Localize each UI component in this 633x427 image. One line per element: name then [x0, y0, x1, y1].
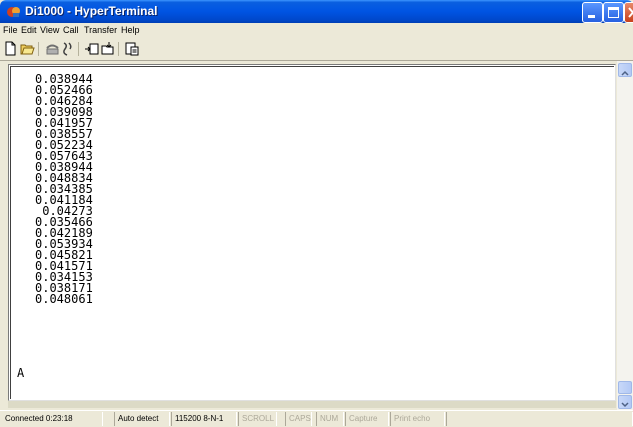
status-settings: 115200 8-N-1 — [171, 412, 237, 426]
disconnect-icon[interactable] — [60, 41, 75, 56]
menu-file[interactable]: File — [3, 25, 18, 35]
title-bar[interactable]: Di1000 - HyperTerminal — [0, 0, 633, 23]
status-capture: Capture — [345, 412, 389, 426]
minimize-button[interactable] — [582, 2, 603, 23]
menu-bar: File Edit View Call Transfer Help — [0, 23, 633, 39]
status-scroll: SCROLL — [238, 412, 277, 426]
status-detect: Auto detect — [114, 412, 170, 426]
hyperterminal-window: Di1000 - HyperTerminal File Edit View Ca… — [0, 0, 633, 427]
new-document-icon[interactable] — [3, 41, 18, 56]
status-connected: Connected 0:23:18 — [2, 412, 103, 426]
status-bar: Connected 0:23:18 Auto detect 115200 8-N… — [0, 410, 633, 427]
scroll-down-button[interactable] — [618, 395, 632, 409]
maximize-icon — [608, 7, 619, 18]
toolbar-separator — [38, 42, 39, 56]
maximize-button[interactable] — [603, 2, 624, 23]
terminal-area[interactable]: 0.038944 0.052466 0.046284 0.039098 0.04… — [8, 64, 616, 401]
receive-file-icon[interactable] — [100, 41, 115, 56]
status-print-echo: Print echo — [390, 412, 445, 426]
toolbar-separator — [118, 42, 119, 56]
phone-call-icon[interactable] — [45, 41, 60, 56]
close-icon — [628, 7, 633, 18]
send-file-icon[interactable] — [84, 41, 99, 56]
status-num: NUM — [316, 412, 344, 426]
window-title: Di1000 - HyperTerminal — [25, 4, 158, 18]
toolbar-divider — [0, 60, 633, 61]
minimize-icon — [588, 15, 595, 18]
scroll-thumb[interactable] — [618, 381, 632, 394]
terminal-screen[interactable]: 0.038944 0.052466 0.046284 0.039098 0.04… — [10, 66, 614, 399]
terminal-prompt: A — [17, 366, 25, 380]
chevron-up-icon — [621, 70, 629, 76]
toolbar — [0, 39, 633, 59]
toolbar-separator — [78, 42, 79, 56]
open-folder-icon[interactable] — [20, 41, 35, 56]
scroll-up-button[interactable] — [618, 63, 632, 77]
terminal-bottom-strip — [8, 401, 616, 408]
hyperterminal-icon — [6, 4, 22, 20]
vertical-scrollbar[interactable] — [617, 61, 633, 411]
properties-icon[interactable] — [124, 41, 139, 56]
menu-help[interactable]: Help — [121, 25, 140, 35]
menu-view[interactable]: View — [40, 25, 59, 35]
menu-transfer[interactable]: Transfer — [84, 25, 117, 35]
menu-call[interactable]: Call — [63, 25, 79, 35]
status-caps: CAPS — [285, 412, 312, 426]
status-empty — [446, 412, 633, 426]
close-button[interactable] — [624, 2, 633, 23]
menu-edit[interactable]: Edit — [21, 25, 37, 35]
terminal-line: 0.048061 — [35, 292, 93, 306]
